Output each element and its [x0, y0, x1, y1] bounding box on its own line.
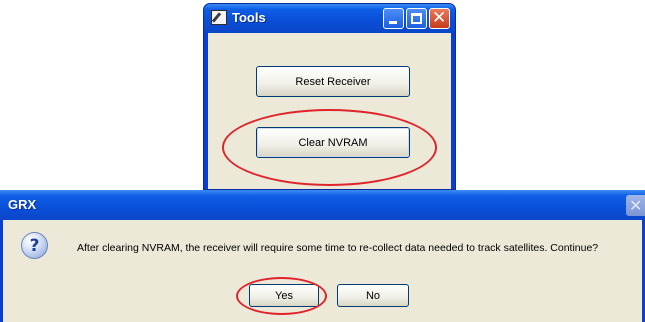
reset-receiver-button[interactable]: Reset Receiver	[256, 66, 410, 97]
minimize-button[interactable]	[383, 8, 404, 29]
tools-client-area: Reset Receiver Clear NVRAM	[208, 33, 451, 189]
grx-dialog: GRX ✕ ? After clearing NVRAM, the receiv…	[0, 190, 645, 322]
yes-button[interactable]: Yes	[249, 284, 319, 307]
question-icon: ?	[21, 232, 48, 259]
close-icon: ✕	[629, 196, 643, 215]
maximize-icon	[411, 13, 422, 24]
tools-window: Tools ✕ Reset Receiver Clear NVRAM	[203, 3, 456, 190]
tools-titlebar[interactable]: Tools ✕	[204, 4, 455, 33]
grx-close-button[interactable]: ✕	[626, 195, 645, 216]
focus-border	[257, 128, 409, 157]
dialog-message: After clearing NVRAM, the receiver will …	[77, 242, 599, 254]
close-icon: ✕	[432, 8, 447, 28]
tools-window-title: Tools	[232, 10, 266, 25]
grx-titlebar[interactable]: GRX ✕	[0, 190, 645, 220]
tools-app-icon	[211, 10, 227, 25]
maximize-button[interactable]	[406, 8, 427, 29]
close-button[interactable]: ✕	[429, 8, 450, 29]
clear-nvram-button[interactable]: Clear NVRAM	[256, 127, 410, 158]
no-button[interactable]: No	[337, 284, 409, 307]
minimize-icon	[389, 21, 397, 24]
grx-dialog-title: GRX	[8, 197, 37, 212]
